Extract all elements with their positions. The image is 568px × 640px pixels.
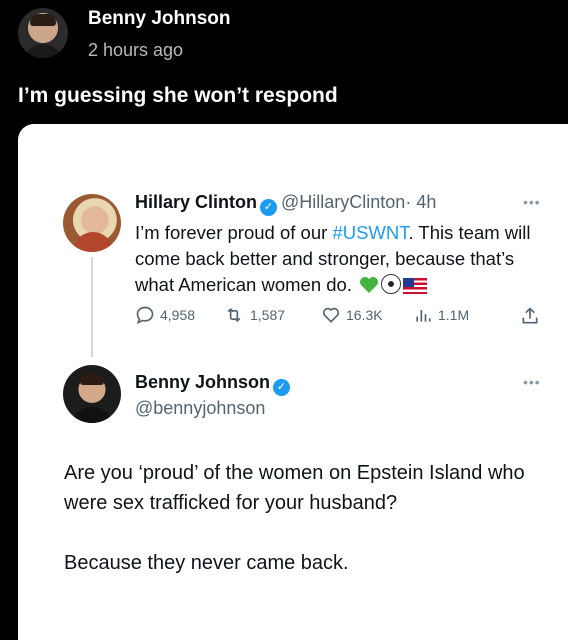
tweet-text-part: I’m forever proud of our [135, 222, 333, 243]
avatar-suit [71, 407, 113, 423]
soccer-ball-icon [381, 274, 402, 294]
avatar-hair [80, 373, 104, 385]
post-timestamp: 2 hours ago [88, 40, 184, 60]
share-icon [522, 307, 538, 324]
views-icon [416, 310, 431, 322]
more-options-icon[interactable]: ••• [523, 374, 541, 390]
post-author-name[interactable]: Benny Johnson [88, 8, 231, 30]
quoted-tweet-time: · 4h [405, 192, 437, 212]
tweet-screenshot-card[interactable]: Hillary Clinton ✓ @HillaryClinton· 4h ••• … [18, 124, 568, 640]
like-button[interactable]: 16.3K [321, 305, 383, 325]
post-header: Benny Johnson 2 hours ago [18, 8, 558, 68]
like-count: 16.3K [346, 307, 383, 323]
avatar-blazer [73, 232, 113, 252]
green-heart-icon [360, 277, 379, 293]
more-options-icon[interactable]: ••• [523, 194, 541, 210]
reply-button[interactable]: 4,958 [135, 305, 195, 325]
retweet-button[interactable]: 1,587 [223, 305, 285, 325]
verified-badge-icon: ✓ [273, 379, 291, 396]
quoted-tweet-header: Hillary Clinton ✓ @HillaryClinton· 4h [135, 192, 436, 216]
heart-icon [322, 307, 340, 323]
retweet-count: 1,587 [250, 307, 286, 323]
avatar-hair [30, 14, 56, 26]
reply-icon [136, 306, 154, 325]
thread-line [91, 257, 93, 357]
hillary-avatar[interactable] [63, 194, 121, 252]
reply-paragraph: Are you ‘proud’ of the women on Epstein … [64, 462, 525, 514]
quoted-author-handle[interactable]: @HillaryClinton [281, 192, 405, 212]
share-button[interactable] [520, 305, 545, 327]
reply-tweet-text: Are you ‘proud’ of the women on Epstein … [64, 458, 534, 578]
reply-author-row: Benny Johnson ✓ [135, 372, 294, 396]
reply-author-handle[interactable]: @bennyjohnson [135, 398, 265, 419]
retweet-icon [227, 307, 241, 323]
us-flag-icon [403, 278, 428, 294]
reply-count: 4,958 [160, 307, 196, 323]
benny-avatar[interactable] [63, 365, 121, 423]
quoted-tweet-text: I’m forever proud of our #USWNT. This te… [135, 220, 550, 298]
verified-badge-icon: ✓ [260, 199, 278, 216]
reply-paragraph: Because they never came back. [64, 552, 349, 574]
views-count: 1.1M [438, 307, 470, 323]
views-button[interactable]: 1.1M [413, 305, 469, 325]
avatar[interactable] [18, 8, 68, 58]
post-caption: I’m guessing she won’t respond [18, 84, 338, 107]
tweet-action-bar: 4,958 1,587 16.3K 1.1M [135, 305, 545, 329]
reply-author-name[interactable]: Benny Johnson [135, 372, 270, 392]
quoted-author-name[interactable]: Hillary Clinton [135, 192, 257, 212]
avatar-shirt [23, 44, 63, 58]
hashtag-link[interactable]: #USWNT [332, 222, 408, 243]
